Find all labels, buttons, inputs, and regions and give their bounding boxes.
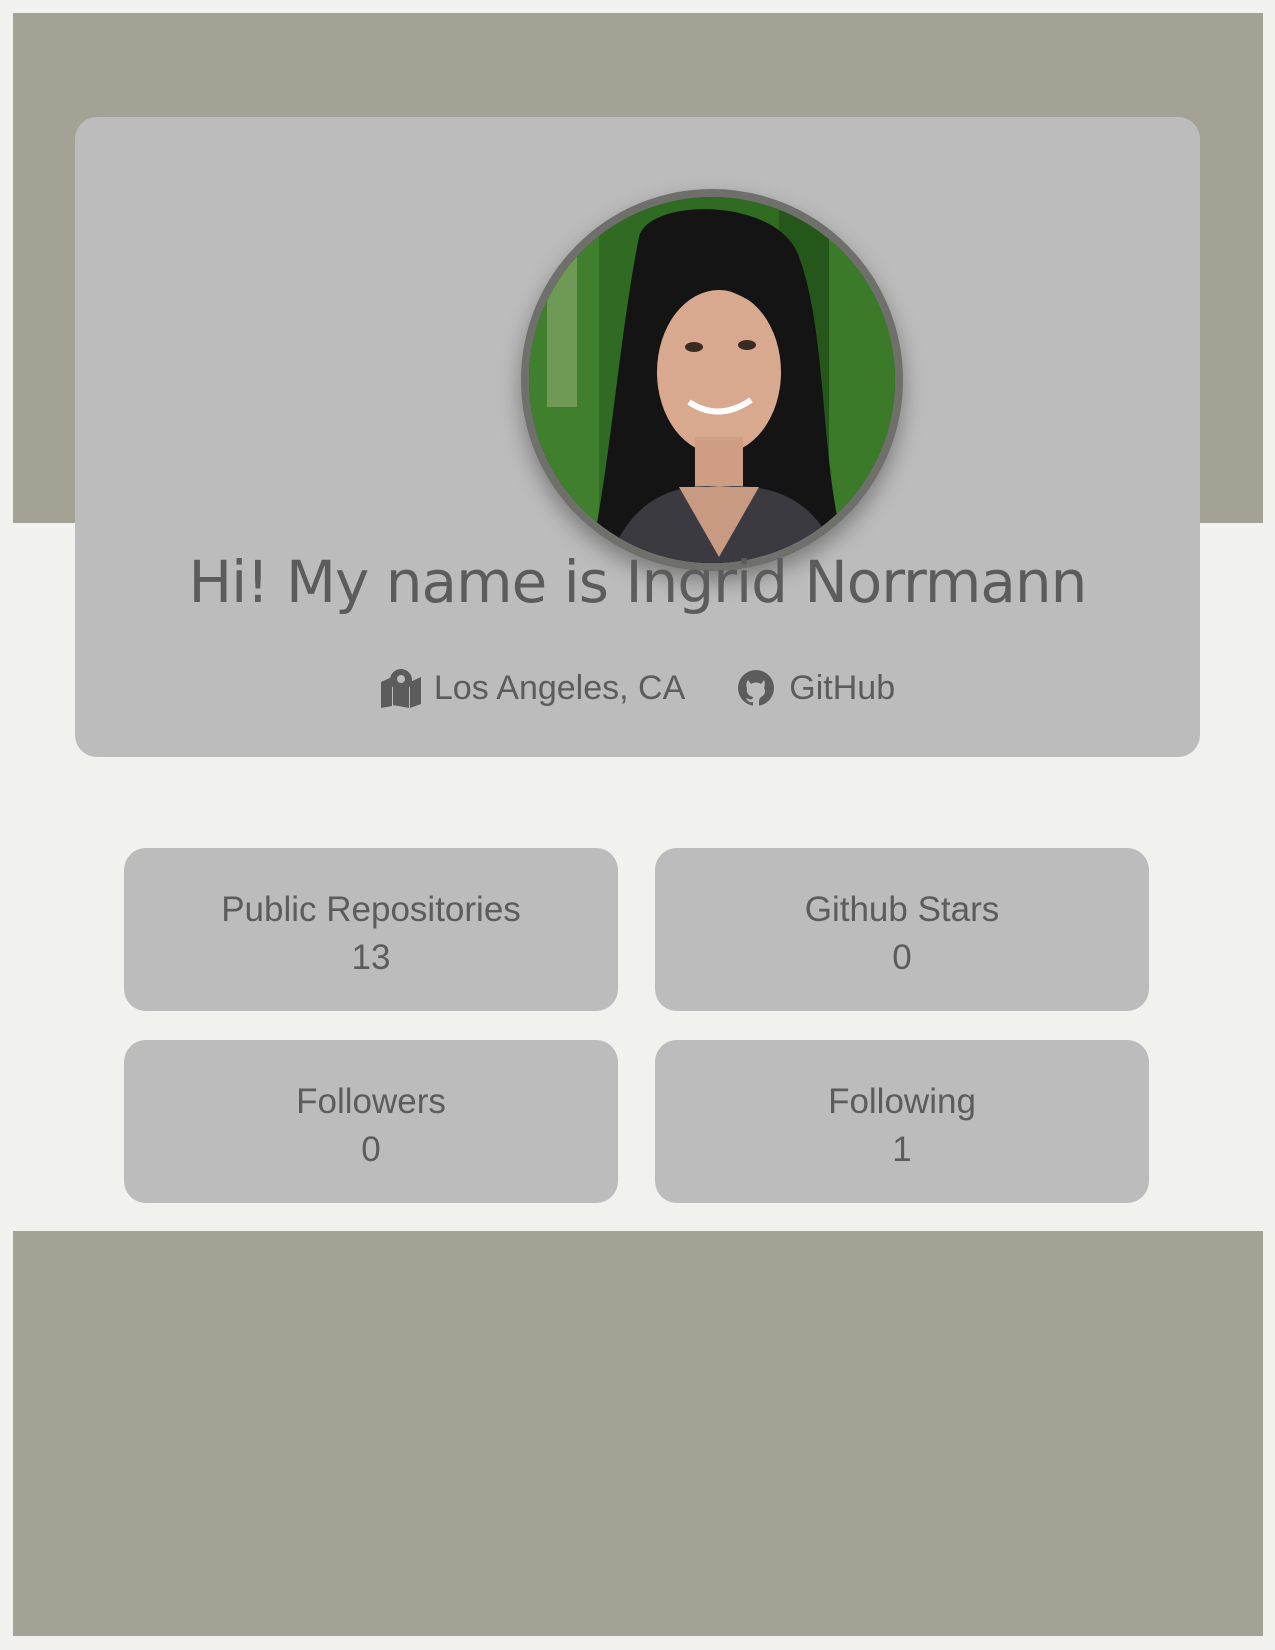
page-title: Hi! My name is Ingrid Norrmann [188, 548, 1088, 616]
footer-band [13, 1231, 1263, 1636]
profile-meta: Los Angeles, CA GitHub [75, 668, 1200, 708]
stat-label: Followers [296, 1082, 446, 1121]
profile-card: Hi! My name is Ingrid Norrmann Los Angel… [75, 117, 1200, 757]
stat-label: Public Repositories [221, 890, 521, 929]
stat-value: 13 [351, 938, 391, 977]
stat-value: 0 [361, 1130, 381, 1169]
map-marker-icon [380, 669, 421, 708]
stat-card-public-repositories: Public Repositories 13 [124, 848, 618, 1011]
stat-value: 1 [892, 1130, 912, 1169]
stat-card-following: Following 1 [655, 1040, 1149, 1203]
stat-value: 0 [892, 938, 912, 977]
profile-page: Hi! My name is Ingrid Norrmann Los Angel… [0, 0, 1275, 1650]
location-text: Los Angeles, CA [433, 668, 686, 707]
stat-card-github-stars: Github Stars 0 [655, 848, 1149, 1011]
stat-card-followers: Followers 0 [124, 1040, 618, 1203]
location: Los Angeles, CA [380, 668, 685, 708]
avatar-photo [529, 197, 895, 563]
github-icon [738, 670, 775, 706]
stat-label: Github Stars [804, 890, 1000, 929]
github-link[interactable]: GitHub [735, 668, 895, 708]
avatar [521, 189, 903, 571]
stat-label: Following [828, 1082, 976, 1121]
github-link-text[interactable]: GitHub [789, 669, 895, 708]
